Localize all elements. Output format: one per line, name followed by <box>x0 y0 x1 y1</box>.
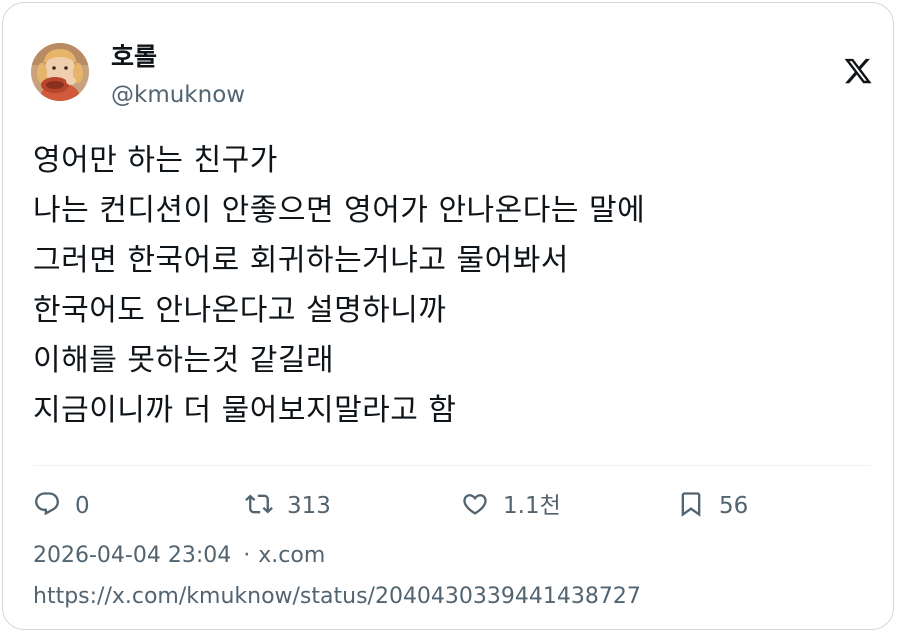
reply-button[interactable]: 0 <box>33 483 90 529</box>
tweet-line: 이해를 못하는것 같길래 <box>33 343 335 378</box>
source-link[interactable]: x.com <box>258 543 325 568</box>
tweet-text: 영어만 하는 친구가 나는 컨디션이 안좋으면 영어가 안나온다는 말에 그러면… <box>33 136 873 436</box>
tweet-url[interactable]: https://x.com/kmuknow/status/20404303394… <box>33 581 641 613</box>
heart-icon <box>461 490 489 522</box>
tweet-line: 한국어도 안나온다고 설명하니까 <box>33 293 447 328</box>
avatar[interactable] <box>31 43 89 101</box>
retweet-button[interactable]: 313 <box>245 483 331 529</box>
like-button[interactable]: 1.1천 <box>461 483 561 529</box>
x-logo-icon[interactable] <box>843 56 873 86</box>
reply-count: 0 <box>75 493 90 519</box>
tweet-line: 그러면 한국어로 회귀하는거냐고 물어봐서 <box>33 243 569 278</box>
tweet-meta: 2026-04-04 23:04 · x.com <box>33 540 325 572</box>
bookmark-button[interactable]: 56 <box>677 483 748 529</box>
handle[interactable]: @kmuknow <box>111 79 245 111</box>
retweet-icon <box>245 490 273 522</box>
display-name[interactable]: 호롤 <box>111 40 157 74</box>
timestamp[interactable]: 2026-04-04 23:04 <box>33 543 231 568</box>
action-bar: 0 313 1.1천 56 <box>33 483 873 529</box>
like-count: 1.1천 <box>503 493 561 519</box>
divider <box>33 465 871 466</box>
tweet-line: 지금이니까 더 물어보지말라고 함 <box>33 393 457 428</box>
meta-separator: · <box>243 543 251 568</box>
reply-icon <box>33 490 61 522</box>
tweet-card: 호롤 @kmuknow 영어만 하는 친구가 나는 컨디션이 안좋으면 영어가 … <box>2 2 894 630</box>
bookmark-count: 56 <box>719 493 749 519</box>
avatar-photo <box>31 43 89 101</box>
retweet-count: 313 <box>287 493 331 519</box>
tweet-line: 나는 컨디션이 안좋으면 영어가 안나온다는 말에 <box>33 193 646 228</box>
tweet-line: 영어만 하는 친구가 <box>33 143 278 178</box>
bookmark-icon <box>677 490 705 522</box>
